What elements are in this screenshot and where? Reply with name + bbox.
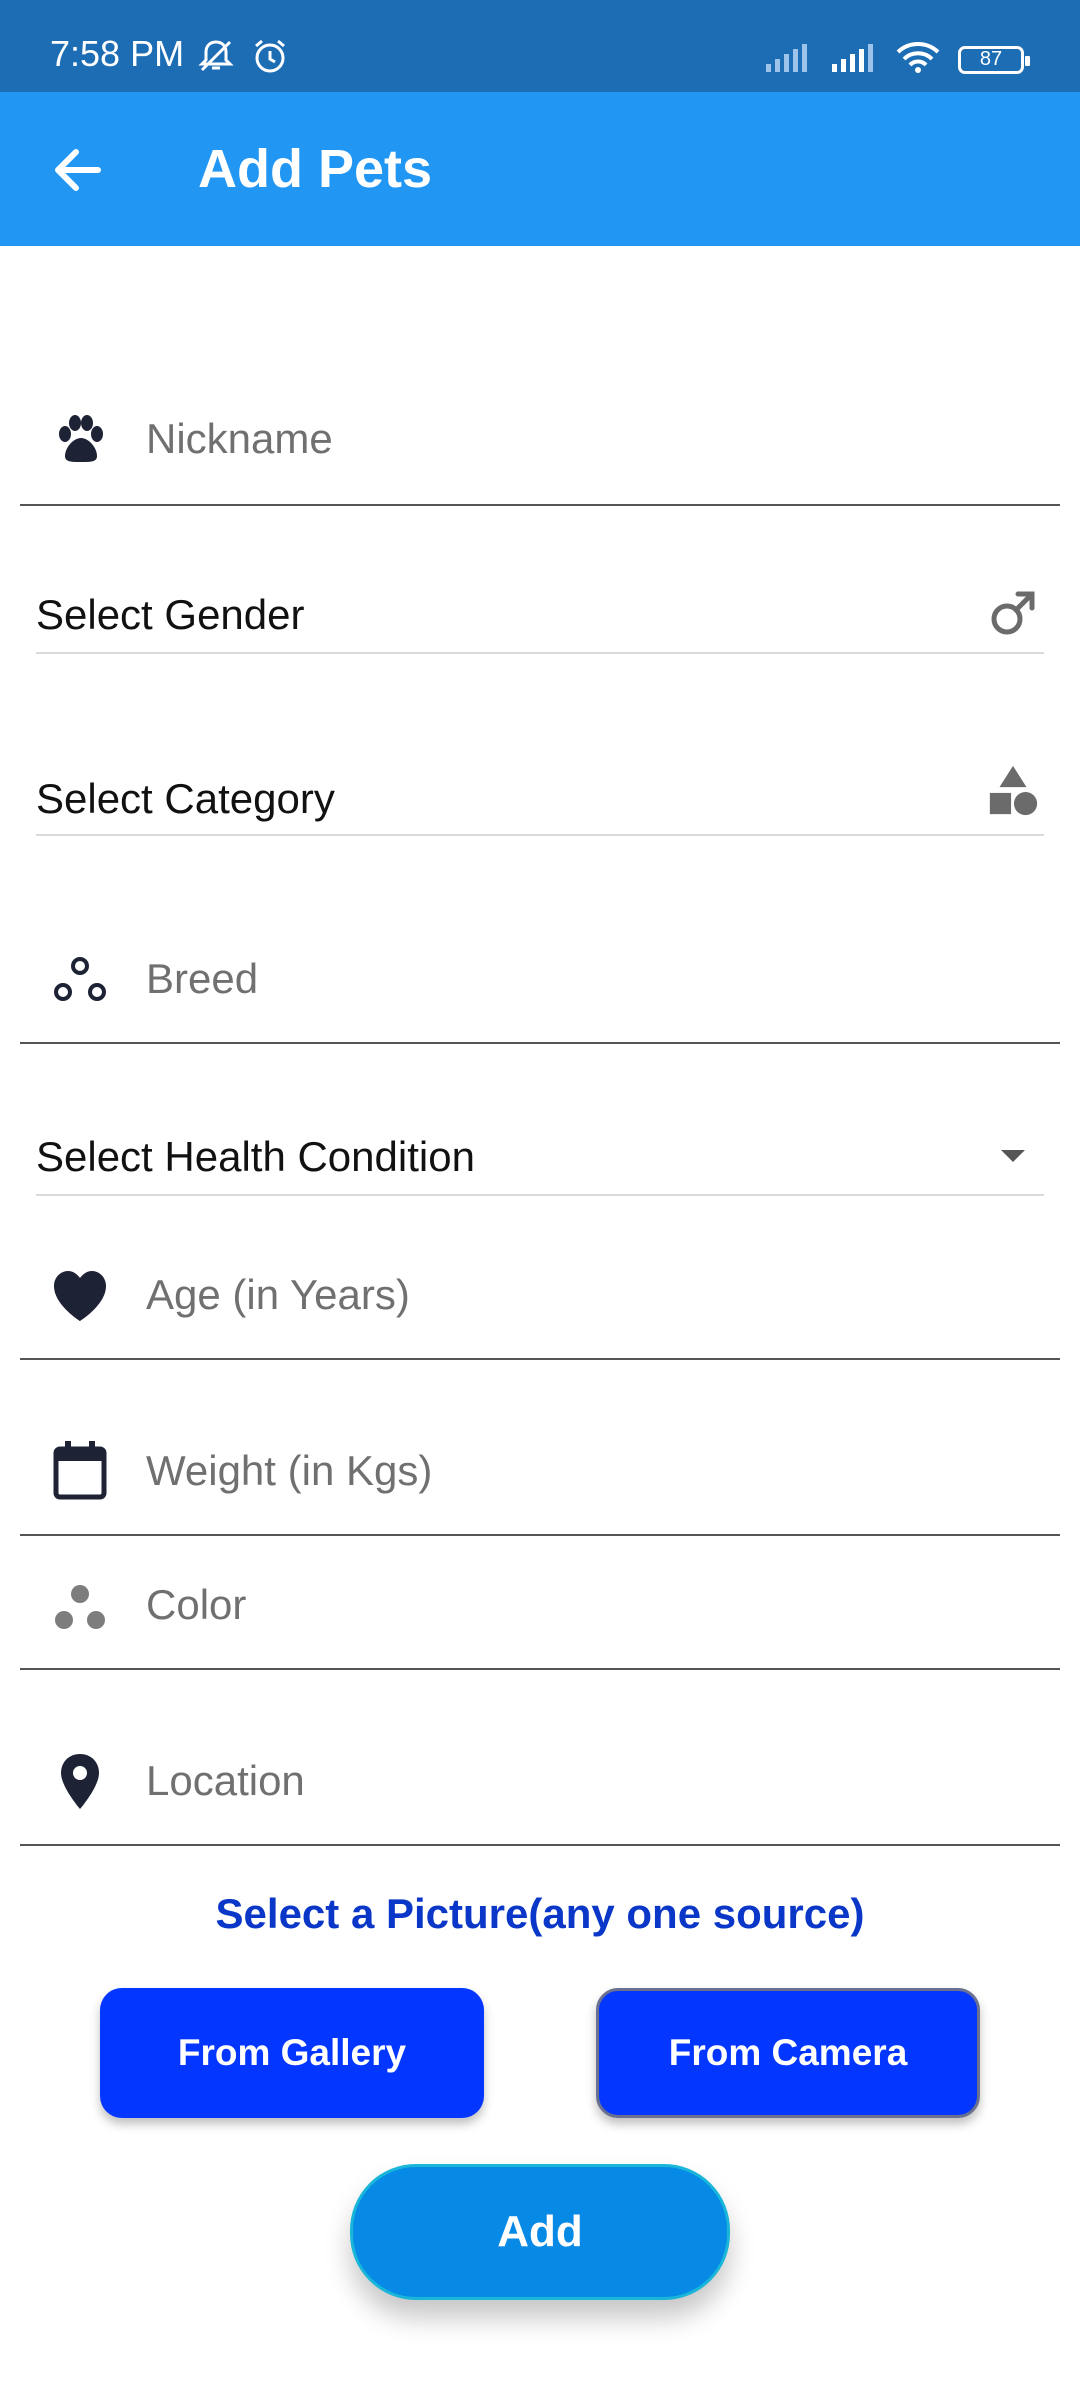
nickname-placeholder: Nickname — [146, 415, 333, 462]
category-select-label: Select Category — [36, 775, 335, 822]
from-camera-label: From Camera — [668, 2032, 908, 2073]
color-placeholder: Color — [146, 1581, 247, 1628]
location-field[interactable]: Location — [20, 1730, 1060, 1846]
battery-icon: 87 — [958, 45, 1030, 74]
page-title: Add Pets — [198, 139, 433, 199]
weight-placeholder: Weight (in Kgs) — [146, 1447, 433, 1494]
age-placeholder: Age (in Years) — [146, 1271, 410, 1318]
location-pin-icon — [50, 1752, 110, 1812]
heart-icon — [50, 1266, 110, 1326]
status-bar: 7:58 PM 87 — [0, 0, 1080, 92]
add-button[interactable]: Add — [350, 2164, 730, 2300]
breed-placeholder: Breed — [146, 955, 259, 1002]
screen: { "status_bar": { "time": "7:58 PM", "ba… — [0, 0, 1080, 2400]
dropdown-arrow-icon — [986, 1128, 1040, 1182]
age-field[interactable]: Age (in Years) — [20, 1244, 1060, 1360]
battery-level: 87 — [979, 48, 1003, 70]
from-gallery-button[interactable]: From Gallery — [100, 1988, 484, 2118]
from-camera-button[interactable]: From Camera — [596, 1988, 980, 2118]
color-field[interactable]: Color — [20, 1554, 1060, 1670]
category-select[interactable]: Select Category — [36, 762, 1044, 836]
status-time: 7:58 PM — [50, 33, 185, 74]
bubbles-icon — [50, 950, 110, 1010]
gender-select[interactable]: Select Gender — [36, 580, 1044, 654]
from-gallery-label: From Gallery — [177, 2032, 407, 2073]
paw-icon — [50, 410, 110, 470]
back-button[interactable] — [46, 138, 110, 202]
alarm-icon — [250, 38, 290, 79]
mute-icon — [196, 38, 236, 79]
arrow-back-icon — [55, 149, 101, 191]
calendar-icon — [50, 1440, 110, 1500]
health-select-label: Select Health Condition — [36, 1133, 475, 1180]
signal-icon — [764, 42, 812, 77]
app-bar: Add Pets — [0, 92, 1080, 246]
add-button-label: Add — [497, 2207, 583, 2256]
picture-section-title: Select a Picture(any one source) — [215, 1890, 865, 1937]
dots-icon — [50, 1578, 110, 1638]
male-symbol-icon — [986, 586, 1040, 640]
location-placeholder: Location — [146, 1757, 305, 1804]
signal-icon — [830, 42, 878, 77]
wifi-icon — [896, 40, 940, 79]
health-condition-select[interactable]: Select Health Condition — [36, 1124, 1044, 1196]
nickname-field[interactable]: Nickname — [20, 390, 1060, 506]
category-shapes-icon — [986, 764, 1040, 818]
gender-select-label: Select Gender — [36, 591, 305, 638]
breed-field[interactable]: Breed — [20, 928, 1060, 1044]
weight-field[interactable]: Weight (in Kgs) — [20, 1420, 1060, 1536]
